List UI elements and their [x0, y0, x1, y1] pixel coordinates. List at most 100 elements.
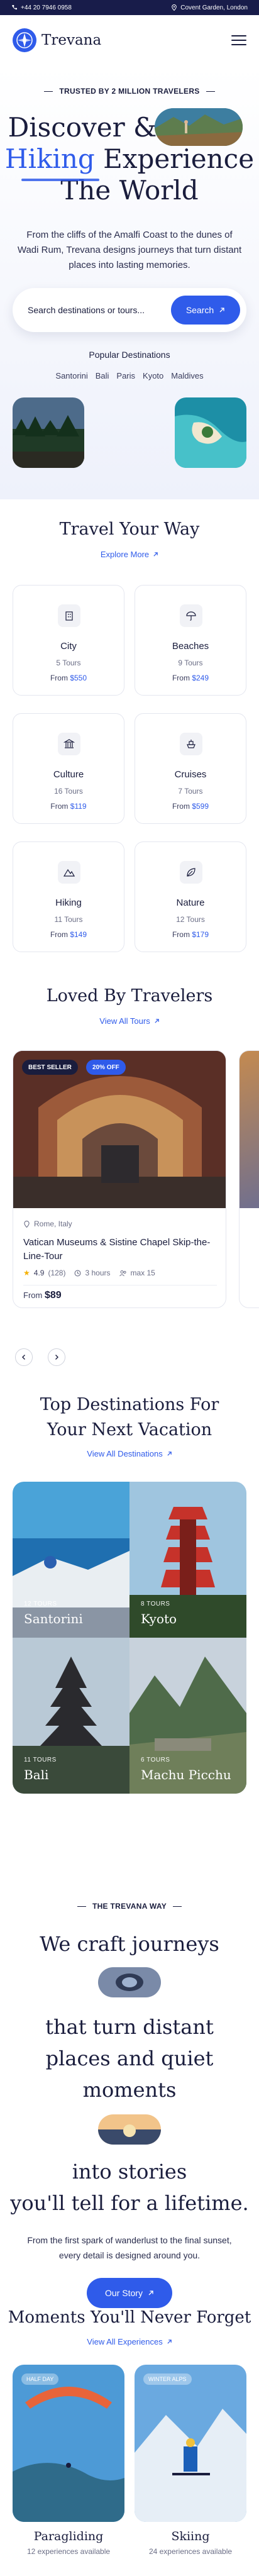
experience-card-paragliding[interactable]: HALF DAY — [13, 2365, 124, 2522]
story-paragraph: From the first spark of wanderlust to th… — [27, 2235, 232, 2260]
explore-more-link[interactable]: Explore More — [0, 550, 259, 559]
tour-title[interactable]: Vatican Museums & Sistine Chapel Skip-th… — [23, 1236, 212, 1263]
brand-logo[interactable]: Trevana — [13, 28, 101, 52]
arrow-up-right-icon — [167, 2340, 172, 2344]
location-pin-icon — [172, 4, 177, 11]
experience-name: Paragliding — [33, 2529, 104, 2543]
popular-link[interactable]: Maldives — [171, 371, 203, 380]
top-destinations-title: Top Destinations For Your Next Vacation — [40, 1395, 219, 1440]
arrow-up-right-icon — [155, 1019, 159, 1023]
category-price: From $249 — [172, 674, 209, 682]
category-card-culture[interactable]: Culture 16 Tours From $119 — [13, 713, 124, 824]
tour-reviews: (128) — [48, 1269, 66, 1277]
category-name: City — [60, 641, 77, 652]
experience-chip: HALF DAY — [21, 2373, 59, 2385]
building-icon — [58, 604, 80, 627]
destination-card-santorini[interactable]: 12 TOURS Santorini — [13, 1482, 130, 1638]
category-count: 7 Tours — [178, 787, 203, 796]
popular-link[interactable]: Paris — [116, 371, 135, 380]
moments-title: Moments You'll Never Forget — [8, 2308, 251, 2327]
story-line-2: that turn distant — [45, 2015, 214, 2039]
location-pin-icon — [24, 1220, 30, 1228]
story-pill-image-1 — [98, 1967, 161, 1997]
view-all-experiences-link[interactable]: View All Experiences — [0, 2337, 259, 2346]
category-card-nature[interactable]: Nature 12 Tours From $179 — [135, 841, 246, 952]
destination-name: Santorini — [24, 1611, 83, 1626]
ship-icon — [180, 733, 202, 755]
chevron-left-icon — [22, 1355, 25, 1360]
story-line-6: you'll tell for a lifetime. — [10, 2191, 249, 2215]
hero-eyebrow: TRUSTED BY 2 MILLION TRAVELERS — [0, 87, 259, 96]
popular-link[interactable]: Santorini — [55, 371, 87, 380]
tour-group-size: max 15 — [130, 1269, 155, 1277]
phone-contact[interactable]: +44 20 7946 0958 — [11, 4, 72, 11]
category-price: From $149 — [50, 930, 87, 939]
category-count: 16 Tours — [54, 787, 83, 796]
destination-tours: 6 TOURS — [141, 1757, 170, 1763]
leaf-icon — [180, 861, 202, 884]
phone-number: +44 20 7946 0958 — [21, 4, 72, 11]
destination-name: Bali — [24, 1767, 49, 1782]
destination-card-bali[interactable]: 11 TOURS Bali — [13, 1638, 130, 1794]
discount-badge: 20% OFF — [86, 1060, 126, 1075]
category-count: 11 Tours — [54, 915, 83, 924]
destination-tours: 12 TOURS — [24, 1601, 57, 1607]
category-card-hiking[interactable]: Hiking 11 Tours From $149 — [13, 841, 124, 952]
destination-card-kyoto[interactable]: 8 TOURS Kyoto — [130, 1482, 246, 1638]
our-story-button[interactable]: Our Story — [87, 2278, 172, 2308]
experience-card-skiing[interactable]: WINTER ALPS — [135, 2365, 246, 2522]
category-count: 12 Tours — [176, 915, 205, 924]
hero-section: TRUSTED BY 2 MILLION TRAVELERS Discover … — [0, 65, 259, 499]
category-price: From $179 — [172, 930, 209, 939]
category-price: From $119 — [50, 802, 87, 811]
category-card-beaches[interactable]: Beaches 9 Tours From $249 — [135, 585, 246, 696]
experience-count: 24 experiences available — [148, 2547, 233, 2556]
category-count: 5 Tours — [56, 658, 81, 667]
destinations-grid: 12 TOURS Santorini 8 TOURS Kyoto 11 TOURS B… — [13, 1482, 246, 1794]
location-contact: Covent Garden, London — [171, 4, 248, 11]
carousel-prev-button[interactable] — [15, 1348, 33, 1366]
tour-meta: ★ 4.9 (128) 3 hours max 15 — [23, 1269, 155, 1277]
experience-chip: WINTER ALPS — [143, 2373, 192, 2385]
story-line-1: We craft journeys — [40, 1932, 219, 1956]
story-line-4: moments — [82, 2078, 177, 2102]
tour-image: BEST SELLER 20% OFF — [13, 1051, 226, 1208]
destination-name: Machu Picchu — [141, 1767, 231, 1782]
destination-card-machu-picchu[interactable]: 6 TOURS Machu Picchu — [130, 1638, 246, 1794]
group-icon — [119, 1270, 126, 1276]
hero-subtitle: From the cliffs of the Amalfi Coast to t… — [17, 230, 242, 270]
category-card-city[interactable]: City 5 Tours From $550 — [13, 585, 124, 696]
story-line-5: into stories — [72, 2160, 187, 2184]
carousel-next-button[interactable] — [48, 1348, 65, 1366]
view-all-destinations-link[interactable]: View All Destinations — [0, 1449, 259, 1458]
location-text: Covent Garden, London — [180, 4, 248, 11]
view-all-tours-link[interactable]: View All Tours — [0, 1016, 259, 1026]
arrow-up-right-icon — [219, 308, 224, 313]
experience-name: Skiing — [171, 2529, 210, 2543]
category-card-cruises[interactable]: Cruises 7 Tours From $599 — [135, 713, 246, 824]
popular-link[interactable]: Kyoto — [143, 371, 163, 380]
category-price: From $550 — [50, 674, 87, 682]
tour-location: Rome, Italy — [23, 1219, 72, 1228]
tour-card[interactable]: BEST SELLER 20% OFF Rome, Italy Vatican … — [13, 1050, 226, 1308]
experience-caption-paragliding: Paragliding 12 experiences available — [13, 2529, 124, 2556]
site-header: Trevana — [0, 15, 259, 65]
umbrella-icon — [180, 604, 202, 627]
best-seller-badge: BEST SELLER — [22, 1060, 78, 1075]
star-icon: ★ — [23, 1269, 30, 1277]
chevron-right-icon — [55, 1355, 58, 1360]
destination-name: Kyoto — [141, 1611, 177, 1626]
tour-rating: 4.9 — [33, 1269, 45, 1277]
popular-link[interactable]: Bali — [96, 371, 109, 380]
search-button[interactable]: Search — [171, 296, 240, 325]
popular-destinations-list: Santorini Bali Paris Kyoto Maldives — [0, 371, 259, 380]
experience-caption-skiing: Skiing 24 experiences available — [135, 2529, 246, 2556]
menu-hamburger-icon[interactable] — [231, 35, 246, 45]
next-tour-card-peek[interactable] — [239, 1050, 259, 1308]
brand-name: Trevana — [41, 32, 102, 48]
category-name: Cruises — [174, 769, 207, 780]
search-input[interactable] — [28, 305, 166, 315]
story-pill-image-2 — [98, 2114, 161, 2145]
phone-icon — [12, 5, 17, 10]
popular-destinations-title: Popular Destinations — [89, 350, 170, 360]
